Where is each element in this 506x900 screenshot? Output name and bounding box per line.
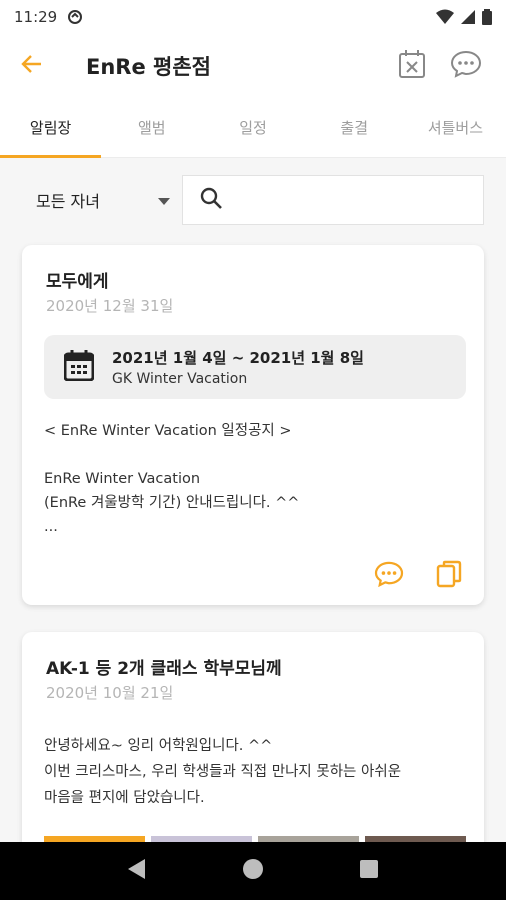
app-bar: EnRe 평촌점 [0, 34, 506, 98]
calendar-x-icon [398, 49, 426, 83]
dropdown-caret-icon [158, 191, 170, 210]
event-date-range: 2021년 1월 4일 ~ 2021년 1월 8일 [112, 349, 364, 367]
notice-body-line: < EnRe Winter Vacation 일정공지 > [44, 423, 292, 439]
calendar-cancel-button[interactable] [394, 48, 430, 84]
notice-body-line: 마음을 편지에 담았습니다. [44, 790, 205, 806]
tab-schedule[interactable]: 일정 [202, 98, 303, 157]
notice-title: AK-1 등 2개 클래스 학부모님께 [46, 659, 282, 679]
status-bar: 11:29 [0, 0, 506, 34]
comment-button[interactable] [372, 559, 406, 593]
sync-icon [67, 9, 83, 25]
chat-bubble-icon [374, 561, 404, 591]
search-icon [199, 186, 223, 214]
arrow-left-icon [20, 52, 44, 80]
notice-body-line: 안녕하세요~ 잉리 어학원입니다. ^^ [44, 738, 273, 754]
notice-card[interactable]: 모두에게 2020년 12월 31일 2021년 1월 4일 ~ 2021년 1… [22, 245, 484, 605]
calendar-icon [63, 349, 96, 385]
notice-body-line: (EnRe 겨울방학 기간) 안내드립니다. ^^ [44, 495, 300, 511]
notice-date: 2020년 12월 31일 [46, 297, 174, 315]
tab-notice[interactable]: 알림장 [0, 98, 102, 158]
chat-bubble-icon [450, 50, 482, 82]
tab-shuttle-bus[interactable]: 셔틀버스 [405, 98, 506, 157]
copy-button[interactable] [432, 559, 466, 593]
notice-date: 2020년 10월 21일 [46, 684, 174, 702]
search-input[interactable] [235, 191, 465, 209]
wifi-icon [436, 9, 454, 25]
signal-icon [460, 9, 476, 25]
notice-body-line: EnRe Winter Vacation [44, 471, 201, 487]
back-button[interactable] [0, 34, 64, 98]
tab-attendance[interactable]: 출결 [304, 98, 405, 157]
tab-album[interactable]: 앨범 [101, 98, 202, 157]
copy-icon [436, 560, 462, 592]
status-time: 11:29 [14, 8, 58, 26]
notice-body-line: 이번 크리스마스, 우리 학생들과 직접 만나지 못하는 아쉬운 [44, 764, 402, 780]
battery-icon [482, 9, 492, 25]
page-title: EnRe 평촌점 [86, 55, 211, 79]
search-box[interactable] [182, 175, 484, 225]
notice-title: 모두에게 [46, 272, 109, 292]
nav-recents-button[interactable] [359, 859, 379, 883]
system-nav-bar [0, 842, 506, 900]
chat-button[interactable] [448, 48, 484, 84]
nav-back-button[interactable] [127, 858, 147, 884]
tab-bar: 알림장 앨범 일정 출결 셔틀버스 [0, 98, 506, 158]
filter-row: 모든 자녀 [0, 158, 506, 242]
child-select[interactable]: 모든 자녀 [36, 188, 176, 212]
event-name: GK Winter Vacation [112, 371, 248, 387]
child-select-value: 모든 자녀 [36, 192, 100, 211]
nav-home-button[interactable] [242, 858, 264, 884]
event-box[interactable]: 2021년 1월 4일 ~ 2021년 1월 8일 GK Winter Vaca… [44, 335, 466, 399]
notice-body-line: ... [44, 519, 58, 535]
